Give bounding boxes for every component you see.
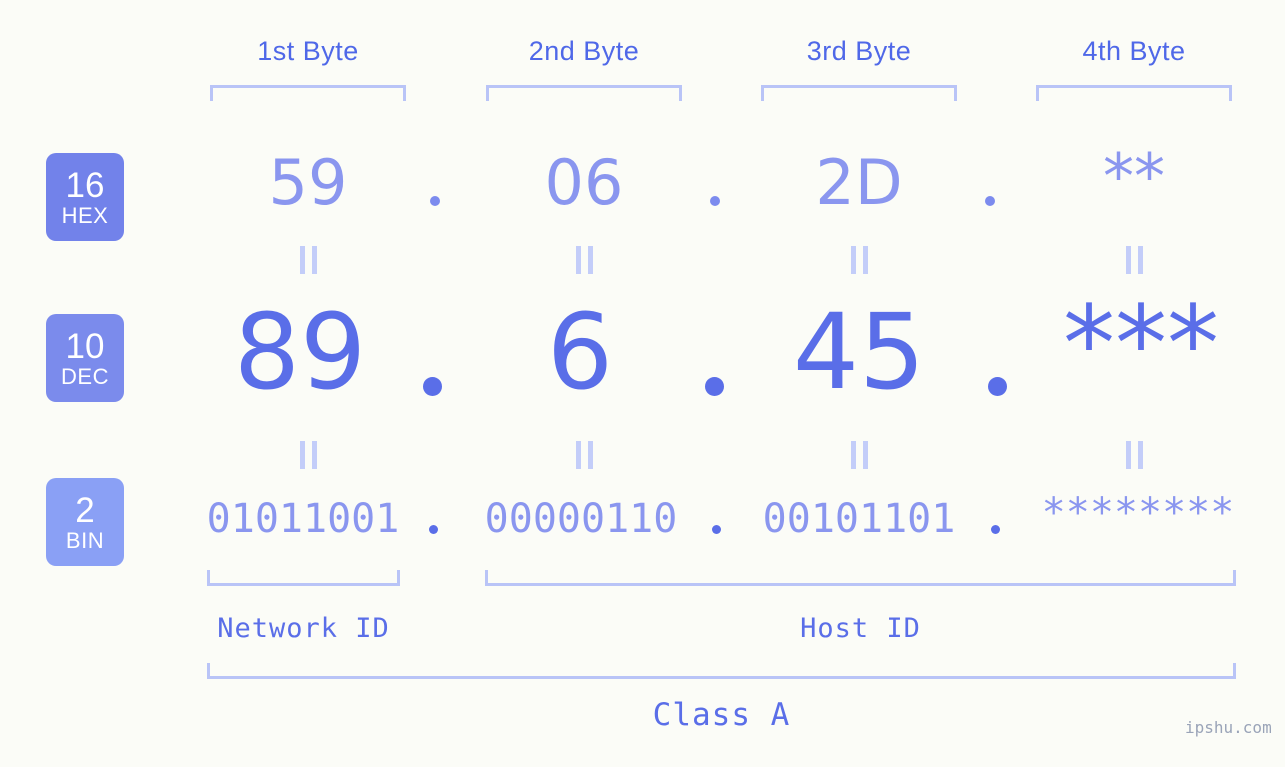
hex-dot-2 [710, 196, 720, 206]
radix-badge-dec: 10 DEC [46, 314, 124, 402]
class-label: Class A [652, 697, 791, 733]
bin-dot-3 [991, 525, 1000, 534]
radix-badge-hex-number: 16 [65, 165, 105, 205]
equals-mark-hex-dec-3 [761, 246, 957, 274]
equals-mark-hex-dec-4 [1036, 246, 1232, 274]
ip-breakdown-diagram: 1st Byte 2nd Byte 3rd Byte 4th Byte 16 H… [0, 0, 1285, 767]
radix-badge-hex-radix: HEX [61, 202, 109, 228]
hex-value-1: 59 [268, 146, 348, 219]
network-id-bracket [207, 570, 400, 586]
equals-mark-dec-bin-3 [761, 441, 957, 469]
byte-header-3: 3rd Byte [806, 36, 912, 66]
dec-value-1: 89 [233, 291, 367, 413]
byte-bracket-3 [761, 85, 957, 101]
bin-value-1: 01011001 [206, 496, 400, 542]
radix-badge-bin-radix: BIN [65, 527, 105, 553]
host-id-label: Host ID [800, 613, 921, 644]
byte-bracket-1 [210, 85, 406, 101]
hex-dot-3 [985, 196, 995, 206]
radix-badge-dec-radix: DEC [61, 363, 109, 389]
dec-dot-2 [705, 377, 724, 396]
byte-bracket-4 [1036, 85, 1232, 101]
byte-header-4: 4th Byte [1082, 36, 1186, 66]
hex-value-4: ** [1103, 140, 1165, 213]
radix-badge-hex: 16 HEX [46, 153, 124, 241]
dec-dot-1 [423, 377, 442, 396]
byte-bracket-2 [486, 85, 682, 101]
radix-badge-bin-number: 2 [75, 490, 95, 530]
dec-value-3: 45 [792, 291, 926, 413]
hex-dot-1 [430, 196, 440, 206]
hex-value-3: 2D [815, 146, 903, 219]
bin-value-2: 00000110 [484, 496, 678, 542]
byte-header-1: 1st Byte [257, 36, 359, 66]
equals-mark-dec-bin-2 [486, 441, 682, 469]
radix-badge-dec-number: 10 [65, 326, 105, 366]
dec-value-4: *** [1063, 283, 1219, 405]
host-id-bracket [485, 570, 1236, 586]
byte-header-2: 2nd Byte [528, 36, 640, 66]
equals-mark-dec-bin-4 [1036, 441, 1232, 469]
dec-dot-3 [988, 377, 1007, 396]
class-bracket [207, 663, 1236, 679]
network-id-label: Network ID [217, 613, 390, 644]
equals-mark-dec-bin-1 [210, 441, 406, 469]
bin-dot-2 [712, 525, 721, 534]
bin-value-4: ******** [1041, 490, 1235, 536]
bin-value-3: 00101101 [762, 496, 956, 542]
radix-badge-bin: 2 BIN [46, 478, 124, 566]
equals-mark-hex-dec-2 [486, 246, 682, 274]
dec-value-2: 6 [546, 291, 614, 413]
equals-mark-hex-dec-1 [210, 246, 406, 274]
bin-dot-1 [429, 525, 438, 534]
site-watermark: ipshu.com [1185, 718, 1272, 737]
hex-value-2: 06 [544, 146, 624, 219]
